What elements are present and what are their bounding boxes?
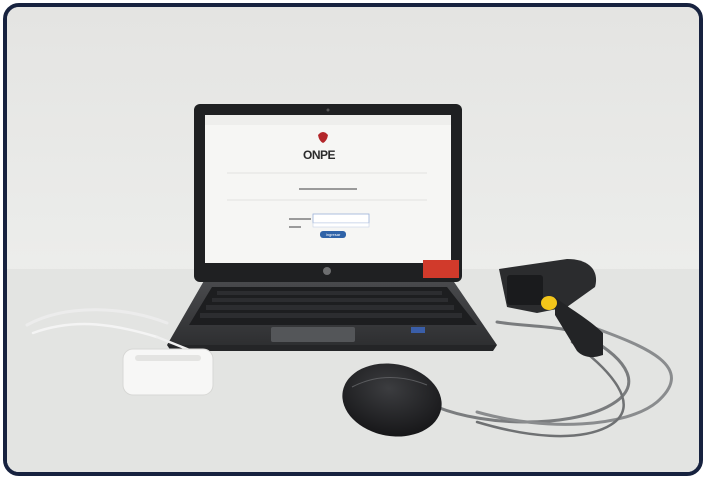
- webcam: [326, 108, 330, 112]
- screen-login-button-label: Ingresar: [325, 232, 341, 237]
- laptop: [167, 104, 497, 351]
- laptop-sticker: [411, 327, 425, 333]
- laptop-touchpad: [271, 327, 355, 342]
- screen-field-label: [289, 218, 311, 220]
- screen-instruction-line: [299, 188, 357, 190]
- hp-logo-icon: [323, 267, 331, 275]
- card-reader: [122, 348, 214, 396]
- photo-frame: ONPE Ingresar: [3, 3, 703, 476]
- laptop-front-edge: [167, 345, 497, 351]
- screen-login-button: Ingresar: [320, 231, 346, 238]
- screen-input-field: [312, 213, 370, 224]
- red-sticker: [423, 260, 459, 278]
- photo-scene: [7, 7, 699, 472]
- screen-header-bar: [205, 115, 451, 125]
- screen-input-field-2: [312, 222, 370, 228]
- screen-logo-text: ONPE: [303, 148, 336, 162]
- scanner-trigger: [541, 296, 557, 310]
